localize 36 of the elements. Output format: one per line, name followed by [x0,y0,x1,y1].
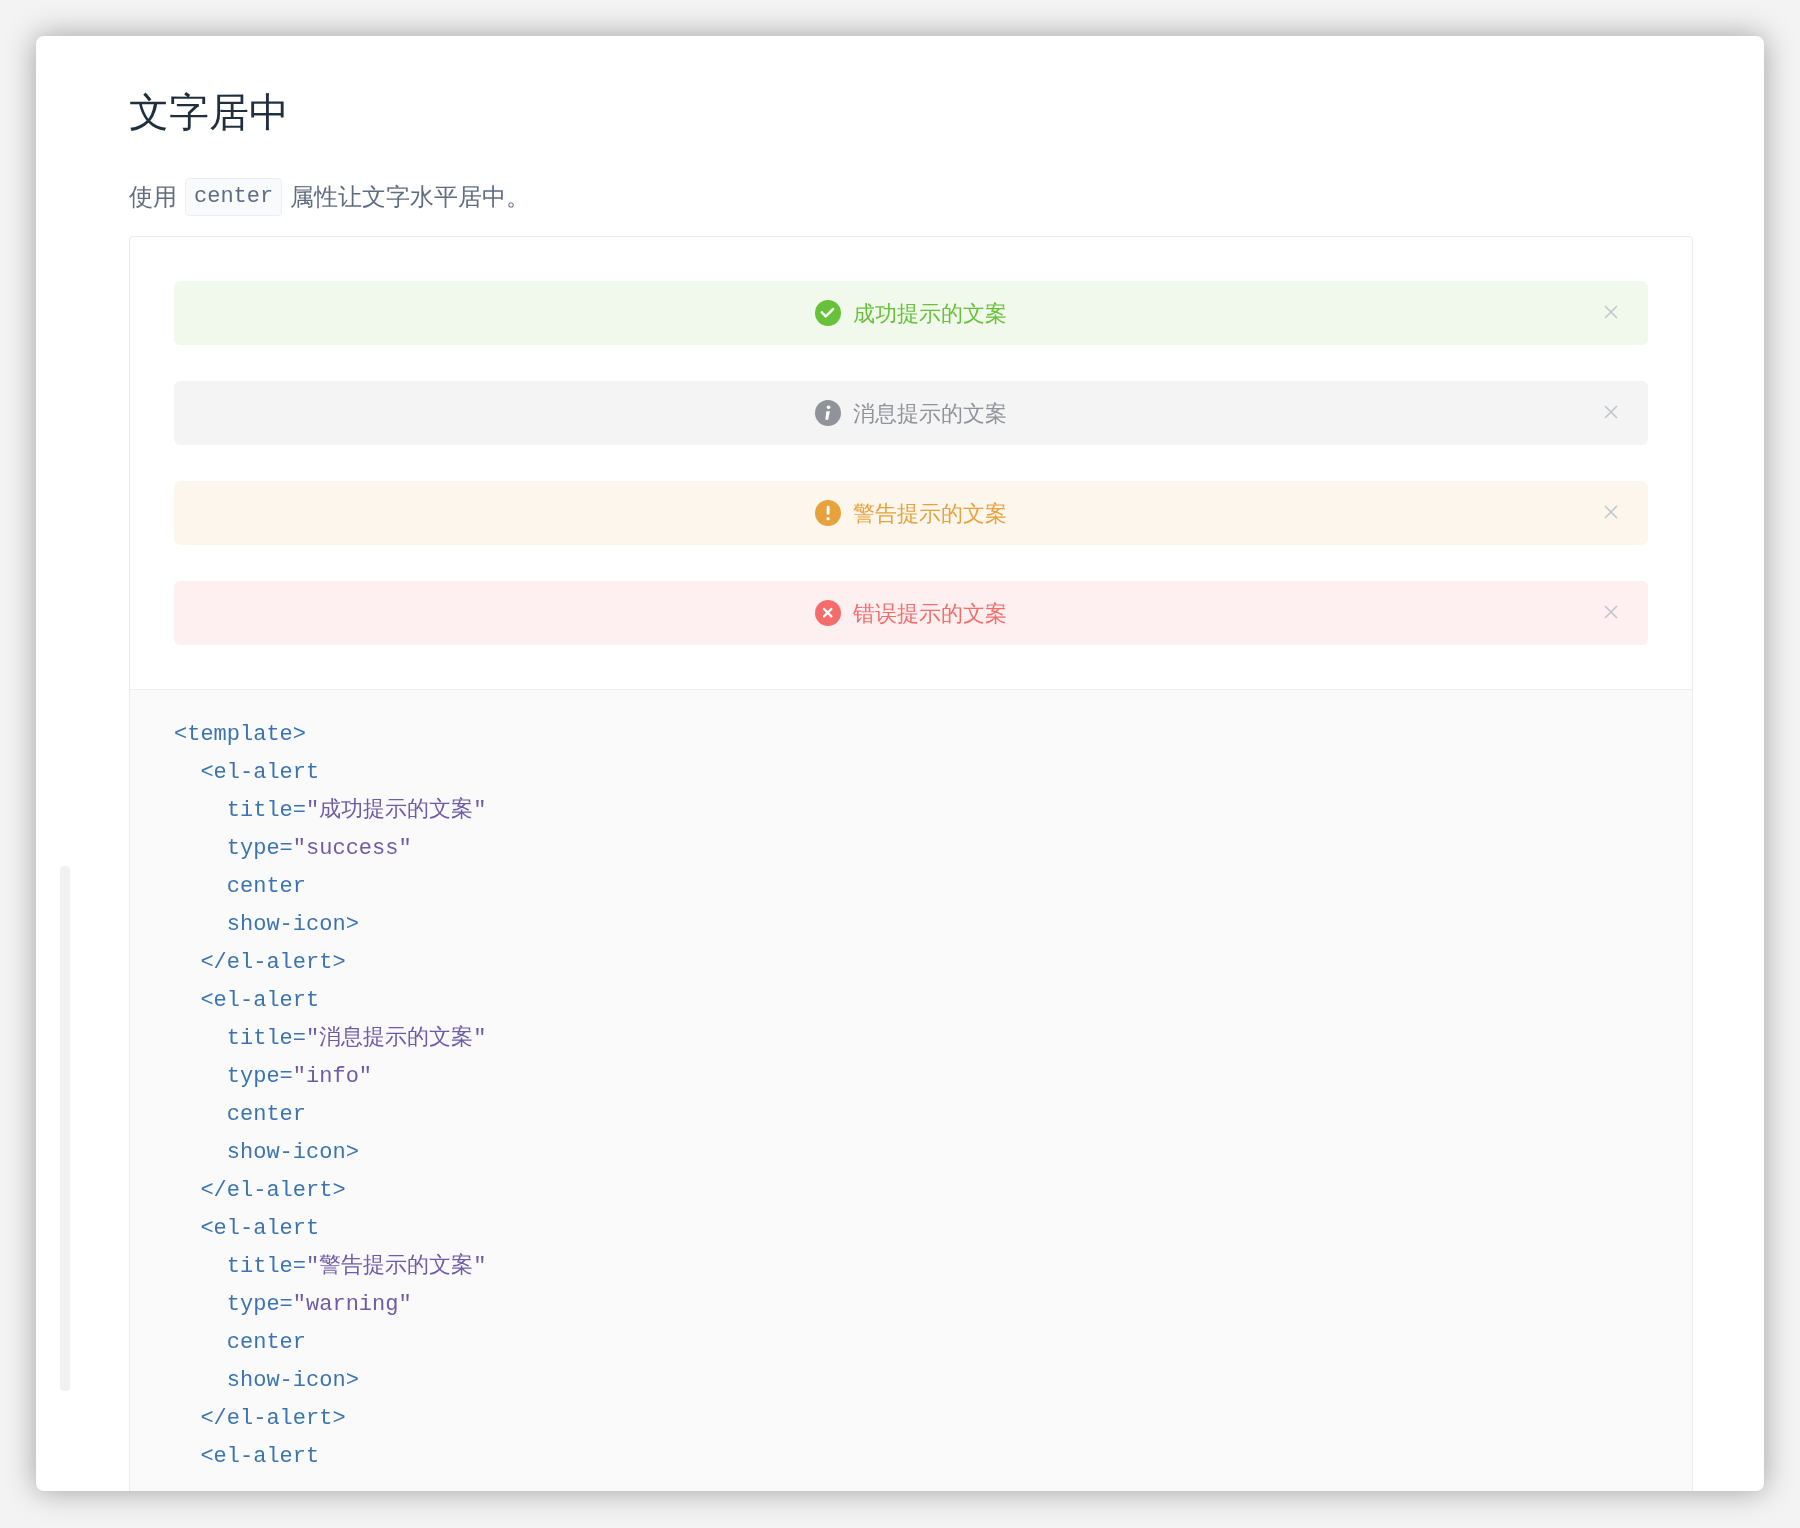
alert-title: 警告提示的文案 [853,499,1007,528]
code-line: <el-alert [199,1215,320,1243]
check-circle-icon [815,300,841,326]
code-line: title="成功提示的文案" [225,796,487,825]
code-line: </el-alert> [199,1405,346,1433]
code-line: <el-alert [199,987,320,1015]
code-line: type="info" [225,1063,373,1091]
code-line: show-icon> [225,1367,359,1395]
exclamation-circle-icon [815,500,841,526]
info-circle-icon [815,400,841,426]
alert-title: 成功提示的文案 [853,299,1007,328]
inline-code: center [185,178,283,216]
code-line: </el-alert> [199,949,346,977]
code-line: title="警告提示的文案" [225,1252,487,1281]
code-line: show-icon> [225,911,359,939]
close-icon[interactable] [1604,305,1618,319]
description-text: 属性让文字水平居中。 [290,182,531,212]
code-line: <el-alert [199,1443,320,1471]
code-line: center [225,1329,307,1357]
section-heading: 文字居中 [129,89,290,136]
close-icon[interactable] [1604,605,1618,619]
code-line: type="success" [225,835,412,863]
close-icon[interactable] [1604,505,1618,519]
alert-title: 错误提示的文案 [853,599,1007,628]
code-line: <el-alert [199,759,320,787]
code-line: </el-alert> [199,1177,346,1205]
x-circle-icon [815,600,841,626]
code-line: title="消息提示的文案" [225,1024,487,1053]
alert-title: 消息提示的文案 [853,399,1007,428]
description-text: 使用 [129,182,177,212]
code-line: center [225,873,307,901]
code-line: show-icon> [225,1139,359,1167]
close-icon[interactable] [1604,405,1618,419]
code-line: center [225,1101,307,1129]
code-line: <template> [174,721,307,749]
code-line: type="warning" [225,1291,412,1319]
